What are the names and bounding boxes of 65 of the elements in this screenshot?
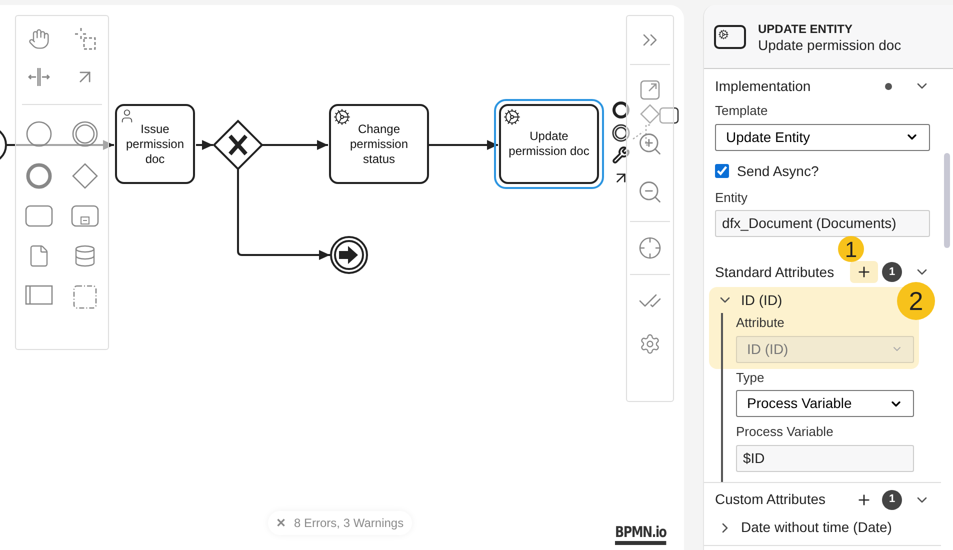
sequence-flow[interactable] [262, 140, 328, 150]
checkbox[interactable] [715, 164, 729, 178]
task-type-icon [714, 24, 746, 48]
group-title[interactable]: Implementation [715, 76, 885, 96]
task-node[interactable]: Change permission status [329, 104, 429, 184]
field-label: Process Variable [736, 423, 834, 441]
checkbox-label: Send Async? [737, 162, 819, 181]
item-title[interactable]: Date without time (Date) [741, 517, 892, 538]
group-icon[interactable] [73, 285, 97, 309]
input-field[interactable]: $ID [736, 444, 914, 472]
zoom-out-icon[interactable] [637, 179, 663, 205]
element-type: UPDATE ENTITY [758, 20, 854, 36]
task-label: Issue permission doc [124, 122, 186, 166]
sequence-flow[interactable] [196, 140, 213, 150]
task-icon[interactable] [659, 107, 679, 124]
count-badge: 1 [882, 490, 902, 510]
field-label: Type [736, 368, 766, 387]
end-event-icon[interactable] [612, 102, 630, 118]
logo[interactable]: BPMN.io [615, 523, 666, 545]
field-label: Entity [715, 188, 749, 207]
field-label: Template [715, 102, 769, 120]
plus-icon [856, 264, 872, 280]
item-title[interactable]: ID (ID) [741, 290, 782, 310]
rounded-rectangle-icon[interactable] [25, 205, 53, 227]
sequence-flow[interactable] [429, 140, 498, 150]
circle-icon[interactable] [26, 121, 52, 147]
element-name: Update permission doc [758, 36, 902, 52]
space-tool-icon[interactable] [28, 66, 50, 88]
double-circle-icon[interactable] [72, 121, 98, 147]
task-node[interactable]: Issue permission doc [115, 104, 195, 184]
task-node[interactable]: Update permission doc [494, 99, 604, 189]
sequence-flow[interactable] [6, 140, 114, 150]
user-icon [119, 108, 135, 124]
group-title[interactable]: Custom Attributes [715, 489, 850, 510]
zoom-in-icon[interactable] [637, 131, 663, 157]
database-icon[interactable] [73, 243, 97, 269]
gear-icon [503, 108, 521, 126]
count-badge: 1 [882, 262, 902, 282]
group-title[interactable]: Standard Attributes [715, 262, 850, 282]
fit-screen-icon[interactable] [639, 79, 661, 101]
intermediate-event-icon[interactable] [612, 124, 630, 142]
gear-icon [333, 108, 351, 126]
problems-text: 8 Errors, 3 Warnings [294, 515, 404, 532]
end-event[interactable] [330, 236, 368, 274]
crosshair-icon[interactable] [638, 236, 662, 260]
diamond-icon[interactable] [72, 163, 98, 189]
plus-icon [856, 492, 872, 508]
scrollbar-thumb[interactable] [944, 153, 950, 248]
settings-icon[interactable] [639, 333, 661, 355]
task-label: Update permission doc [508, 129, 590, 159]
subprocess-icon[interactable] [71, 205, 99, 227]
sequence-flow[interactable] [237, 169, 330, 260]
thick-circle-icon[interactable] [26, 163, 52, 189]
select-field[interactable]: Process Variable [736, 390, 914, 417]
lasso-icon[interactable] [74, 28, 96, 50]
input-field[interactable]: dfx_Document (Documents) [715, 210, 930, 237]
add-button[interactable] [850, 261, 878, 283]
exclusive-gateway[interactable] [212, 120, 264, 170]
hand-icon[interactable] [28, 28, 50, 50]
field-label: Attribute [736, 314, 786, 332]
wrench-icon[interactable] [612, 146, 630, 164]
pool-icon[interactable] [25, 285, 53, 305]
select-field[interactable]: Update Entity [715, 124, 930, 150]
close-icon: ✕ [276, 514, 286, 532]
task-label: Change permission status [348, 122, 410, 166]
